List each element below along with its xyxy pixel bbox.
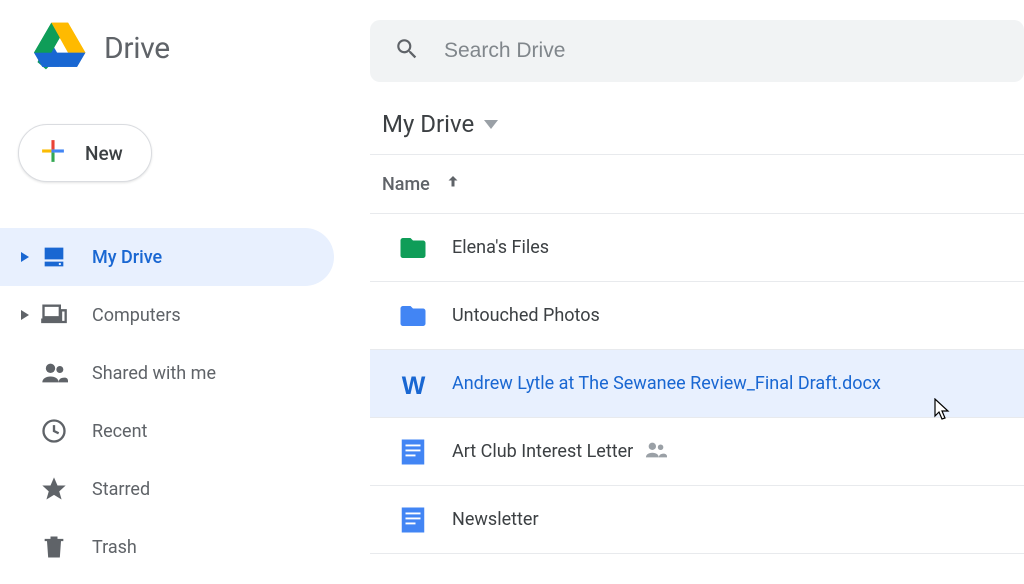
shared-icon xyxy=(40,359,68,387)
search-input[interactable] xyxy=(444,39,1000,63)
sidebar-item-recent[interactable]: Recent xyxy=(0,402,334,460)
expand-icon[interactable] xyxy=(18,310,32,320)
location-label: My Drive xyxy=(382,110,474,138)
file-row-document[interactable]: Newsletter xyxy=(370,486,1024,554)
word-doc-icon: W xyxy=(398,369,428,399)
folder-icon xyxy=(398,233,428,263)
svg-text:W: W xyxy=(402,372,426,399)
drive-logo-icon xyxy=(34,20,86,76)
file-name: Elena's Files xyxy=(452,237,549,258)
sidebar-item-computers[interactable]: Computers xyxy=(0,286,334,344)
app-logo-area[interactable]: Drive xyxy=(0,20,370,76)
folder-icon xyxy=(398,301,428,331)
google-doc-icon xyxy=(398,437,428,467)
sidebar-item-label: My Drive xyxy=(92,247,162,268)
trash-icon xyxy=(40,533,68,561)
file-name: Untouched Photos xyxy=(452,305,600,326)
column-header-row[interactable]: Name xyxy=(370,155,1024,214)
sort-ascending-icon[interactable] xyxy=(444,173,462,195)
file-name: Andrew Lytle at The Sewanee Review_Final… xyxy=(452,373,881,394)
sidebar-item-label: Recent xyxy=(92,421,147,442)
sidebar-item-label: Starred xyxy=(92,479,150,500)
file-row-folder[interactable]: Untouched Photos xyxy=(370,282,1024,350)
sidebar-item-label: Trash xyxy=(92,537,137,558)
recent-icon xyxy=(40,417,68,445)
sidebar-item-label: Shared with me xyxy=(92,363,216,384)
plus-icon xyxy=(39,137,67,169)
sidebar-item-starred[interactable]: Starred xyxy=(0,460,334,518)
file-row-folder[interactable]: Elena's Files xyxy=(370,214,1024,282)
file-row-document[interactable]: Art Club Interest Letter xyxy=(370,418,1024,486)
shared-indicator-icon xyxy=(645,441,667,463)
google-doc-icon xyxy=(398,505,428,535)
new-button-label: New xyxy=(85,142,123,165)
main-content: My Drive Name Elena's Files Untouched Ph… xyxy=(370,0,1024,584)
chevron-down-icon xyxy=(484,115,498,134)
sidebar-item-shared[interactable]: Shared with me xyxy=(0,344,334,402)
file-name: Newsletter xyxy=(452,509,539,530)
starred-icon xyxy=(40,475,68,503)
sidebar: Drive New My Drive Co xyxy=(0,0,370,584)
search-bar[interactable] xyxy=(370,20,1024,82)
app-name: Drive xyxy=(104,31,170,66)
new-button[interactable]: New xyxy=(18,124,152,182)
search-icon xyxy=(394,36,420,66)
file-name: Art Club Interest Letter xyxy=(452,441,633,462)
sidebar-item-my-drive[interactable]: My Drive xyxy=(0,228,334,286)
sidebar-item-label: Computers xyxy=(92,305,181,326)
sidebar-item-trash[interactable]: Trash xyxy=(0,518,334,576)
location-breadcrumb[interactable]: My Drive xyxy=(370,110,1024,155)
computers-icon xyxy=(40,301,68,329)
file-row-document[interactable]: W Andrew Lytle at The Sewanee Review_Fin… xyxy=(370,350,1024,418)
column-header-name: Name xyxy=(382,174,430,195)
my-drive-icon xyxy=(40,243,68,271)
expand-icon[interactable] xyxy=(18,252,32,262)
